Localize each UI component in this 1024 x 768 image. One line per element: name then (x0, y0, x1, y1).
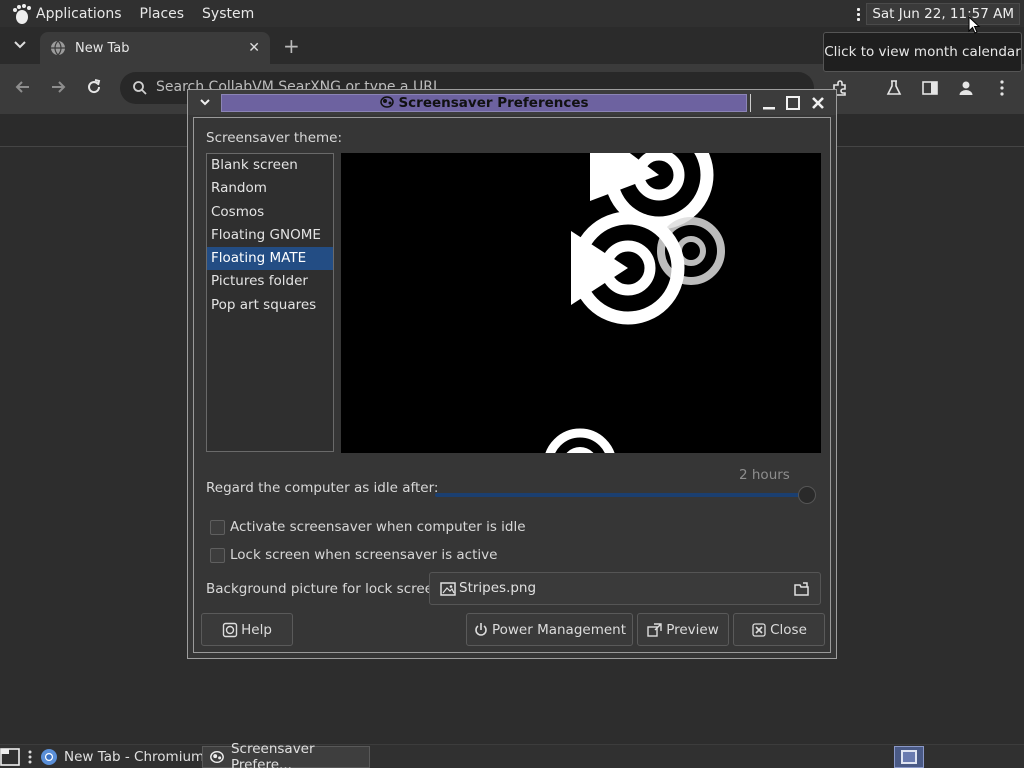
help-label: Help (241, 621, 272, 638)
browser-menu-icon[interactable] (993, 79, 1011, 97)
side-panel-icon[interactable] (921, 79, 939, 97)
clock-area: Sat Jun 22, 11:57 AM (850, 3, 1020, 25)
taskbar-item-screensaver[interactable]: Screensaver Prefere... (202, 741, 370, 768)
search-icon (133, 81, 147, 95)
screensaver-app-icon (380, 96, 395, 108)
top-panel: Applications Places System Sat Jun 22, 1… (0, 0, 1024, 27)
new-tab-plus-icon[interactable]: + (283, 34, 300, 58)
system-label: System (202, 5, 255, 22)
mate-logo-icon (545, 428, 615, 453)
clock-tooltip: Click to view month calendar (823, 32, 1022, 72)
gnome-foot-icon (13, 3, 31, 24)
applications-menu[interactable]: Applications (0, 0, 130, 27)
theme-list[interactable]: Blank screen Random Cosmos Floating GNOM… (206, 153, 334, 452)
screensaver-preferences-dialog: Screensaver Preferences Screensaver them… (187, 89, 837, 659)
forward-arrow-icon[interactable] (49, 78, 67, 96)
theme-item-pop-art-squares[interactable]: Pop art squares (207, 294, 333, 317)
image-file-icon (440, 582, 456, 596)
close-tab-icon[interactable]: ✕ (248, 40, 260, 56)
activate-label[interactable]: Activate screensaver when computer is id… (230, 519, 526, 535)
dialog-title-strip[interactable]: Screensaver Preferences (221, 94, 747, 112)
idle-label: Regard the computer as idle after: (206, 480, 439, 496)
places-menu[interactable]: Places (130, 0, 193, 27)
background-file-name: Stripes.png (459, 580, 537, 596)
preview-icon (647, 622, 662, 637)
window-menu-chevron-icon[interactable] (198, 93, 212, 111)
close-button[interactable]: Close (733, 613, 825, 646)
tab-new-tab[interactable]: New Tab ✕ (40, 32, 270, 64)
system-menu[interactable]: System (192, 0, 262, 27)
panel-drag-handle-icon[interactable] (27, 749, 33, 765)
workspace-thumbnail-icon (901, 750, 917, 764)
theme-label: Screensaver theme: (206, 130, 343, 146)
theme-item-pictures-folder[interactable]: Pictures folder (207, 270, 333, 293)
dialog-titlebar[interactable]: Screensaver Preferences (188, 90, 836, 115)
chromium-icon (41, 749, 57, 765)
close-icon (752, 622, 766, 637)
preview-button[interactable]: Preview (637, 613, 729, 646)
applications-label: Applications (36, 5, 122, 22)
labs-flask-icon[interactable] (885, 79, 903, 97)
help-button[interactable]: Help (201, 613, 293, 646)
activate-checkbox[interactable] (210, 520, 225, 535)
minimize-icon[interactable] (760, 94, 778, 112)
dialog-title: Screensaver Preferences (222, 95, 746, 111)
help-icon (222, 622, 238, 637)
screensaver-app-icon (210, 750, 224, 764)
theme-item-random[interactable]: Random (207, 177, 333, 200)
reload-icon[interactable] (85, 78, 103, 96)
preview-label: Preview (666, 621, 719, 638)
panel-handle-icon[interactable] (850, 3, 866, 25)
power-management-label: Power Management (491, 621, 627, 638)
taskbar-screensaver-label: Screensaver Prefere... (230, 741, 315, 768)
idle-slider-track[interactable] (435, 493, 807, 497)
power-icon (475, 622, 487, 636)
close-window-icon[interactable] (809, 94, 827, 112)
theme-item-floating-gnome[interactable]: Floating GNOME (207, 224, 333, 247)
taskbar-chromium-label: New Tab - Chromium (64, 749, 205, 765)
open-folder-icon (794, 582, 809, 596)
close-label: Close (770, 621, 807, 638)
show-desktop-icon[interactable] (0, 747, 22, 767)
mouse-pointer-icon (968, 16, 981, 34)
titlebar-separator (750, 94, 751, 112)
tab-title: New Tab (75, 40, 130, 56)
mate-logo-icon (590, 153, 714, 230)
lock-label[interactable]: Lock screen when screensaver is active (230, 547, 497, 563)
background-file-chooser[interactable]: Stripes.png (429, 572, 821, 605)
profile-icon[interactable] (957, 79, 975, 97)
power-management-button[interactable]: Power Management (466, 613, 633, 646)
taskbar-item-chromium[interactable]: New Tab - Chromium (34, 746, 210, 768)
theme-item-cosmos[interactable]: Cosmos (207, 201, 333, 224)
dialog-title-text: Screensaver Preferences (398, 95, 589, 111)
places-label: Places (139, 5, 185, 22)
lock-checkbox[interactable] (210, 548, 225, 563)
workspace-switcher[interactable] (894, 746, 924, 768)
idle-slider-handle[interactable] (798, 486, 816, 504)
idle-time-value: 2 hours (739, 467, 790, 483)
globe-icon (51, 40, 65, 56)
theme-item-floating-mate[interactable]: Floating MATE (207, 247, 333, 271)
maximize-icon[interactable] (784, 94, 802, 112)
screensaver-preview (341, 153, 821, 453)
back-arrow-icon[interactable] (14, 78, 32, 96)
theme-item-blank-screen[interactable]: Blank screen (207, 154, 333, 177)
clock-applet[interactable]: Sat Jun 22, 11:57 AM (866, 3, 1020, 25)
tab-search-chevron-icon[interactable] (10, 37, 30, 53)
bottom-panel: New Tab - Chromium Screensaver Prefere..… (0, 741, 1024, 768)
floating-mate-logos (545, 153, 725, 453)
background-label: Background picture for lock screen: (206, 581, 447, 597)
dialog-body: Screensaver theme: Blank screen Random C… (193, 117, 831, 653)
